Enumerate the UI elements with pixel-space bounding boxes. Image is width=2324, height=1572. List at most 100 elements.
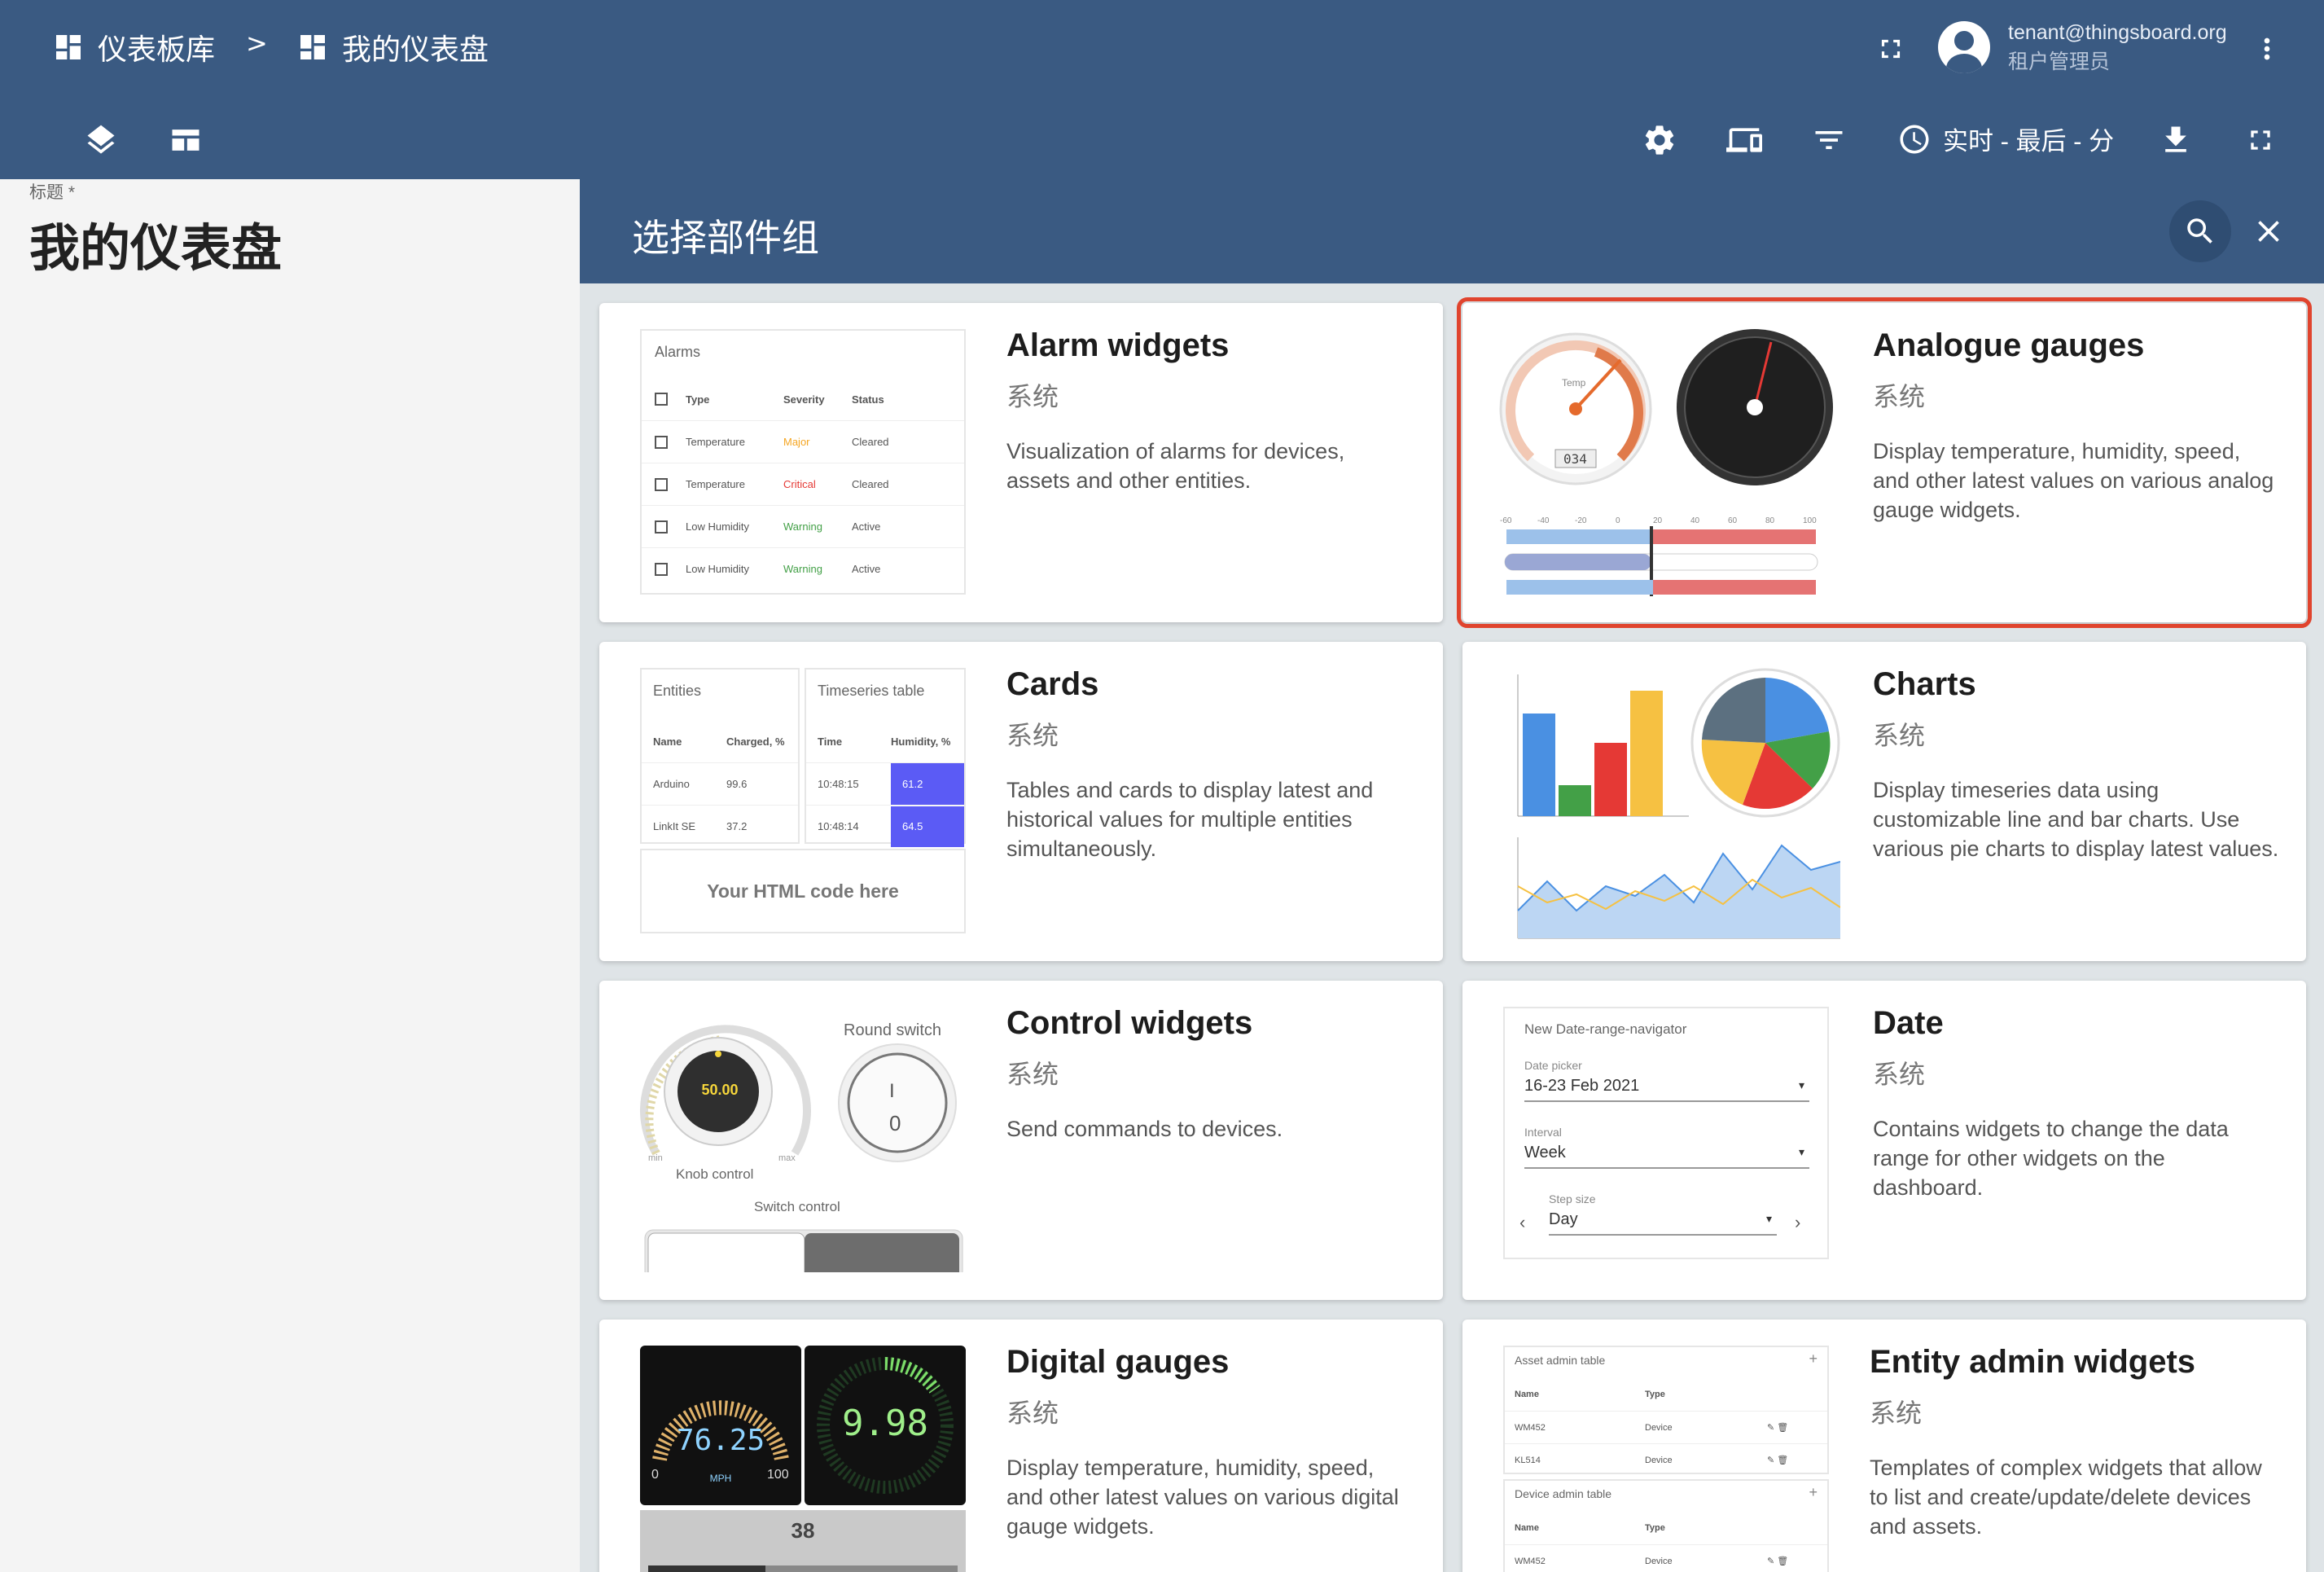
breadcrumb-root[interactable]: 仪表板库 — [52, 24, 215, 70]
column-header: Name — [1515, 1523, 1539, 1533]
devices-button[interactable] — [1721, 117, 1767, 163]
bundle-card-digital-gauges[interactable]: 76.25 MPH 0 100 9.98 38 Digital gauges 系… — [599, 1320, 1443, 1572]
chevron-right-icon: › — [1795, 1212, 1801, 1232]
column-header: Name — [653, 735, 682, 748]
interval-label: Interval — [1524, 1126, 1562, 1139]
asset-table-title: Asset admin table — [1515, 1354, 1606, 1367]
user-menu[interactable]: tenant@thingsboard.org 租户管理员 — [1938, 18, 2227, 77]
bundle-card-date[interactable]: New Date-range-navigator Date picker 16-… — [1462, 981, 2306, 1300]
bundle-description: Send commands to devices. — [1006, 1117, 1283, 1141]
bundle-title: Entity admin widgets — [1870, 1344, 2196, 1380]
cards-preview: Entities Name Charged, % Arduino 99.6 Li… — [640, 668, 966, 933]
dropdown-arrow-icon: ▾ — [1798, 1078, 1804, 1091]
column-header: Severity — [783, 393, 825, 406]
table-row: 10:48:14 64.5 — [806, 805, 964, 847]
filter-button[interactable] — [1806, 117, 1852, 163]
bundle-source: 系统 — [1870, 1398, 1923, 1429]
alarms-table-header: Type Severity Status — [642, 378, 964, 420]
round-switch-off: 0 — [889, 1111, 901, 1135]
column-header: Humidity, % — [891, 735, 951, 748]
bar-value: 38 — [791, 1518, 815, 1543]
date-nav-title: New Date-range-navigator — [1524, 1021, 1687, 1037]
interval-field: Week ▾ — [1524, 1144, 1809, 1169]
bundle-description: Display temperature, humidity, speed, an… — [1873, 439, 2274, 522]
table-row: Temperature Critical Cleared — [642, 463, 964, 505]
close-icon — [2258, 221, 2279, 242]
layouts-button[interactable] — [163, 117, 208, 163]
edit-icon: ✎ 🗑 — [1767, 1557, 1789, 1566]
scale-tick: -40 — [1537, 516, 1550, 525]
bundle-card-alarm-widgets[interactable]: Alarms Type Severity Status Temperature … — [599, 303, 1443, 622]
cell: WM452 — [1515, 1556, 1546, 1566]
switch-control-label: Switch control — [754, 1199, 840, 1214]
table-row: KL514 Device ✎ 🗑 — [1505, 1443, 1827, 1476]
dropdown-arrow-icon: ▾ — [1798, 1145, 1804, 1158]
step-size-field: Day ▾ — [1549, 1210, 1777, 1236]
close-button[interactable] — [2241, 204, 2296, 259]
cell: 10:48:15 — [818, 778, 859, 790]
breadcrumb-separator: > — [246, 28, 268, 59]
alarms-table-title: Alarms — [655, 344, 701, 360]
cell: 99.6 — [726, 778, 748, 790]
entities-header: Name Charged, % — [642, 720, 798, 762]
title-field-label: 标题 * — [29, 183, 76, 202]
control-widgets-image — [640, 1025, 963, 1272]
knob-max: max — [778, 1153, 796, 1163]
scale-tick: 80 — [1765, 516, 1775, 525]
step-size-value: Day — [1549, 1210, 1578, 1228]
cell: Device — [1645, 1455, 1673, 1465]
bundle-description: Display temperature, humidity, speed, an… — [1006, 1456, 1399, 1539]
bundle-card-analogue-gauges[interactable]: Temp 034 -60 -40 -20 0 20 40 60 80 100 A… — [1457, 297, 2312, 628]
checkbox — [655, 477, 668, 491]
bundle-card-control-widgets[interactable]: 50.00 min max Knob control Round switch … — [599, 981, 1443, 1300]
cell: Active — [852, 520, 881, 533]
title-field[interactable]: 我的仪表盘 — [29, 207, 282, 280]
cell: Active — [852, 563, 881, 575]
breadcrumb-root-label: 仪表板库 — [98, 33, 216, 66]
download-icon — [2165, 126, 2186, 152]
bundle-card-entity-admin-widgets[interactable]: Asset admin table + Name Type WM452 Devi… — [1462, 1320, 2306, 1572]
layers-button[interactable] — [78, 117, 124, 163]
cell: Device — [1645, 1556, 1673, 1566]
timewindow-button[interactable]: 实时 - 最后 - 分 — [1897, 121, 2114, 157]
device-table-header: Name Type — [1505, 1512, 1827, 1544]
settings-button[interactable] — [1637, 117, 1682, 163]
bundle-source: 系统 — [1006, 381, 1059, 412]
export-button[interactable] — [2153, 117, 2199, 163]
column-header: Charged, % — [726, 735, 785, 748]
scale-tick: -60 — [1500, 516, 1512, 525]
bundle-card-cards[interactable]: Entities Name Charged, % Arduino 99.6 Li… — [599, 642, 1443, 961]
round-switch-label: Round switch — [844, 1021, 942, 1039]
date-range-navigator-preview: New Date-range-navigator Date picker 16-… — [1503, 1007, 1829, 1259]
scale-tick: 0 — [1616, 516, 1620, 525]
analogue-gauges-preview: Temp 034 -60 -40 -20 0 20 40 60 80 100 — [1498, 327, 1840, 604]
knob-label: Knob control — [676, 1166, 754, 1182]
bundle-source: 系统 — [1873, 720, 1926, 751]
bundle-description: Templates of complex widgets that allow … — [1870, 1456, 2262, 1539]
cell: Cleared — [852, 478, 889, 490]
bundle-title: Cards — [1006, 666, 1099, 702]
search-button[interactable] — [2169, 200, 2231, 262]
bundle-card-charts[interactable]: Charts 系统 Display timeseries data using … — [1462, 642, 2306, 961]
fullscreen-button[interactable] — [1870, 28, 1912, 70]
bar-fill — [648, 1565, 766, 1572]
scale-tick: 40 — [1690, 516, 1700, 525]
chevron-left-icon: ‹ — [1519, 1212, 1526, 1232]
dashboard-fullscreen-button[interactable] — [2238, 117, 2283, 163]
panel-title: 选择部件组 — [632, 216, 819, 260]
more-menu-button[interactable] — [2251, 28, 2283, 70]
bundle-source: 系统 — [1873, 381, 1926, 412]
account-icon — [1938, 21, 1990, 73]
table-row: LinkIt SE 37.2 — [642, 805, 798, 847]
table-row: 10:48:15 61.2 — [806, 762, 964, 806]
bundle-title: Alarm widgets — [1006, 327, 1230, 363]
temp-value: 034 — [1563, 451, 1587, 467]
entities-table-preview: Entities Name Charged, % Arduino 99.6 Li… — [640, 668, 800, 844]
bundle-title: Control widgets — [1006, 1005, 1253, 1041]
filter-icon — [1815, 131, 1843, 149]
digital-ring-gauge: 9.98 — [805, 1346, 966, 1505]
table-row: Temperature Major Cleared — [642, 420, 964, 463]
cell: Critical — [783, 478, 816, 490]
speed-max: 100 — [767, 1468, 789, 1482]
bundle-title: Date — [1873, 1005, 1944, 1041]
